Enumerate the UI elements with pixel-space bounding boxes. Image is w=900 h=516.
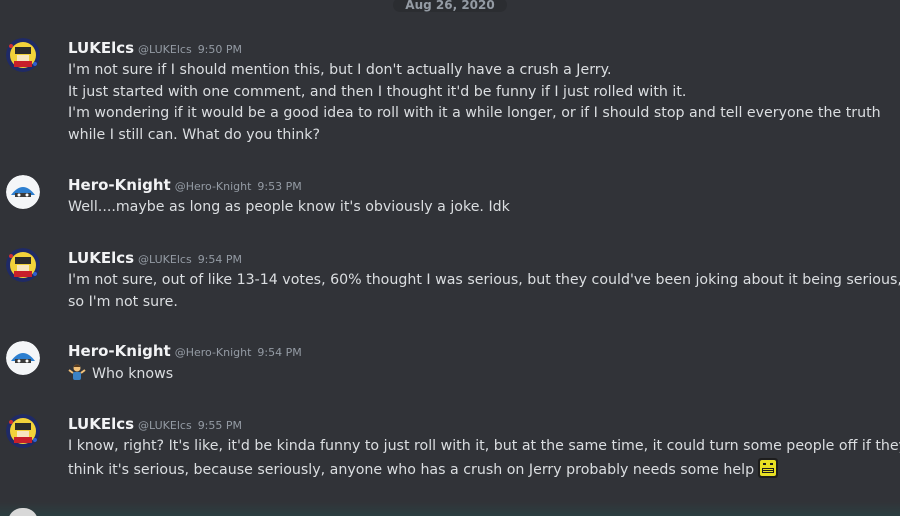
date-divider-label: Aug 26, 2020 xyxy=(393,0,507,12)
grimace-emoji[interactable] xyxy=(758,457,779,478)
luke-avatar-icon[interactable] xyxy=(6,38,40,72)
message-header: Hero-Knight @Hero-Knight 9:53 PM xyxy=(68,175,302,195)
chat-panel: Aug 26, 2020 LUKElcs @LUKElcs 9:50 PM I'm … xyxy=(0,0,900,516)
message-line: Who knows xyxy=(68,363,888,386)
hero-knight-avatar-icon[interactable] xyxy=(6,175,40,209)
scroll-fade xyxy=(0,502,900,516)
message-line: so I'm not sure. xyxy=(68,293,178,310)
person-shrugging-emoji[interactable] xyxy=(68,363,86,381)
message-line: while I still can. What do you think? xyxy=(68,126,321,143)
timestamp: 9:54 PM xyxy=(257,346,302,359)
user-handle: @Hero-Knight xyxy=(174,346,252,359)
user-handle: @LUKElcs xyxy=(138,419,192,432)
message-body: Who knows xyxy=(68,363,888,386)
message-line: I'm wondering if it would be a good idea… xyxy=(68,105,881,121)
timestamp: 9:53 PM xyxy=(257,180,302,193)
username[interactable]: LUKElcs xyxy=(68,39,134,57)
message-line: It just started with one comment, and th… xyxy=(68,83,687,100)
message-line: Well....maybe as long as people know it'… xyxy=(68,199,510,215)
message-text: Who knows xyxy=(92,366,174,382)
message-line: I'm not sure, out of like 13-14 votes, 6… xyxy=(68,272,900,288)
timestamp: 9:50 PM xyxy=(197,43,243,56)
message-body: I'm not sure if I should mention this, b… xyxy=(68,60,888,146)
user-handle: @Hero-Knight xyxy=(174,180,252,193)
luke-avatar-icon[interactable] xyxy=(6,414,40,448)
message-body: I'm not sure, out of like 13-14 votes, 6… xyxy=(68,270,900,313)
message-line: I know, right? It's like, it'd be kinda … xyxy=(68,438,900,454)
message-header: LUKElcs @LUKElcs 9:54 PM xyxy=(68,248,242,268)
message-line: think it's serious, because seriously, a… xyxy=(68,457,888,482)
hero-knight-avatar-icon[interactable] xyxy=(6,341,40,375)
username[interactable]: Hero-Knight xyxy=(68,176,171,194)
message-text: think it's serious, because seriously, a… xyxy=(68,461,755,478)
message-line: I'm not sure if I should mention this, b… xyxy=(68,62,612,78)
message-body: I know, right? It's like, it'd be kinda … xyxy=(68,436,900,482)
username[interactable]: LUKElcs xyxy=(68,249,134,267)
date-divider: Aug 26, 2020 xyxy=(0,0,900,12)
message-header: Hero-Knight @Hero-Knight 9:54 PM xyxy=(68,341,302,361)
luke-avatar-icon[interactable] xyxy=(6,248,40,282)
timestamp: 9:55 PM xyxy=(197,419,243,432)
message-header: LUKElcs @LUKElcs 9:55 PM xyxy=(68,414,242,434)
user-handle: @LUKElcs xyxy=(138,253,192,266)
message-header: LUKElcs @LUKElcs 9:50 PM xyxy=(68,38,242,58)
timestamp: 9:54 PM xyxy=(197,253,243,266)
message-body: Well....maybe as long as people know it'… xyxy=(68,197,888,219)
user-handle: @LUKElcs xyxy=(138,43,192,56)
username[interactable]: LUKElcs xyxy=(68,415,134,433)
username[interactable]: Hero-Knight xyxy=(68,342,171,360)
